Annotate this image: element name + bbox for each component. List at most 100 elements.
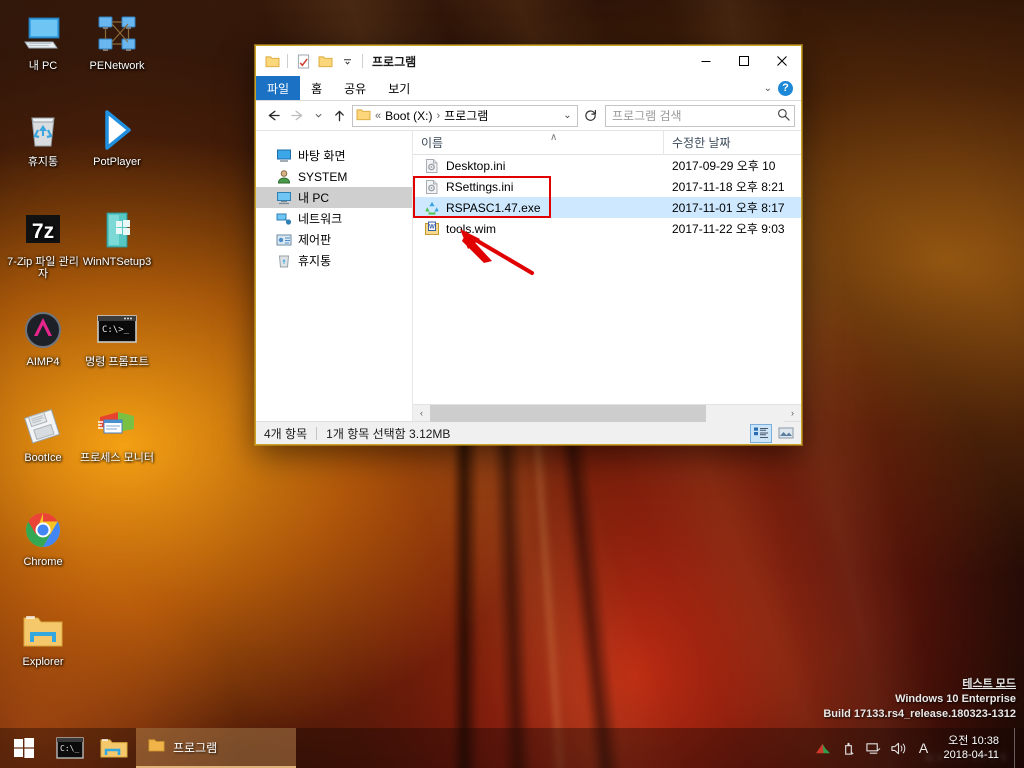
desktop-icon-recycle-bin[interactable]: 휴지통 [4,104,82,168]
file-explorer-icon[interactable] [92,728,136,768]
close-button[interactable] [763,46,801,76]
usb-eject-icon[interactable] [840,739,858,757]
desktop-icon-chrome[interactable]: Chrome [4,504,82,568]
tab-view[interactable]: 보기 [377,76,421,100]
quick-access-toolbar[interactable] [262,51,366,71]
nav-item-control-panel[interactable]: 제어판 [256,229,412,250]
recycle-exe-icon [424,200,440,216]
desktop-icon-process-monitor[interactable]: 프로세스 모니터 [78,400,156,464]
volume-icon[interactable] [890,739,908,757]
command-prompt-icon[interactable]: C:\_ [48,728,92,768]
file-name-cell[interactable]: RSettings.ini [413,179,664,195]
search-box[interactable]: 프로그램 검색 [605,104,795,127]
help-icon[interactable]: ? [778,80,793,96]
file-date-cell: 2017-11-01 오후 8:17 [672,201,785,215]
window-control-buttons[interactable] [687,46,801,76]
search-input[interactable]: 프로그램 검색 [612,107,777,124]
windows-logo-icon[interactable] [0,728,48,768]
folder-icon[interactable] [262,51,282,71]
desktop-icon [276,148,292,164]
new-folder-icon[interactable] [315,51,335,71]
status-item-count: 4개 항목 [264,426,308,441]
file-name-cell[interactable]: W tools.wim [413,221,664,237]
scrollbar-track[interactable] [430,404,784,422]
customize-qat-chevron-icon[interactable] [337,51,357,71]
table-row[interactable]: RSPASC1.47.exe 2017-11-01 오후 8:17 [413,197,801,218]
file-name-cell[interactable]: RSPASC1.47.exe [413,200,664,216]
back-arrow-icon[interactable] [262,105,284,127]
window-titlebar[interactable]: 프로그램 [256,46,801,76]
desktop-icon-sevenzip[interactable]: 7z 7-Zip 파일 관리자 [4,204,82,280]
properties-icon[interactable] [293,51,313,71]
antivirus-icon[interactable] [815,739,833,757]
maximize-button[interactable] [725,46,763,76]
tab-share[interactable]: 공유 [333,76,377,100]
file-list-area[interactable]: 이름 ∧ 수정한 날짜 Desktop.ini 2017-09-29 오후 10 [413,130,801,422]
taskbar-active-window-programs[interactable]: 프로그램 [136,728,296,768]
column-header-name[interactable]: 이름 ∧ [413,130,664,155]
scroll-left-arrow-icon[interactable]: ‹ [413,405,430,422]
large-icons-view-button[interactable] [775,424,797,443]
scrollbar-thumb[interactable] [430,404,707,422]
show-desktop-button[interactable] [1014,728,1020,768]
ribbon-tabs[interactable]: 파일 홈 공유 보기 ⌄ ? [256,76,801,101]
nav-item-label: 휴지통 [298,254,332,268]
ime-indicator-icon[interactable]: A [915,739,933,757]
file-explorer-window[interactable]: 프로그램 파일 홈 공유 보기 ⌄ ? « Boot (X:) › 프로그램 ⌄… [255,45,802,445]
tab-file[interactable]: 파일 [256,76,301,100]
collapse-ribbon-chevron-icon[interactable]: ⌄ [764,83,772,94]
table-row[interactable]: Desktop.ini 2017-09-29 오후 10 [413,155,801,176]
breadcrumb-overflow[interactable]: « [374,110,382,122]
address-bar[interactable]: « Boot (X:) › 프로그램 ⌄ [352,104,578,127]
desktop[interactable]: 내 PC PENetwork 휴지통 PotPlayer 7z 7-Zip 파일… [0,0,1024,768]
search-icon[interactable] [777,108,790,124]
up-arrow-icon[interactable] [328,105,350,127]
table-row[interactable]: W tools.wim 2017-11-22 오후 9:03 [413,218,801,239]
address-bar-row[interactable]: « Boot (X:) › 프로그램 ⌄ 프로그램 검색 [256,101,801,130]
file-name-cell[interactable]: Desktop.ini [413,158,664,174]
nav-item-network[interactable]: 네트워크 [256,208,412,229]
desktop-icon-label: WinNTSetup3 [82,256,152,268]
navigation-pane[interactable]: 바탕 화면 SYSTEM 내 PC 네트워크 제어판휴지통 [256,131,413,421]
window-title: 프로그램 [372,54,417,69]
address-dropdown-chevron-icon[interactable]: ⌄ [560,110,575,121]
breadcrumb-drive[interactable]: Boot (X:) [385,109,432,123]
desktop-icon-aimp[interactable]: AIMP4 [4,304,82,368]
minimize-button[interactable] [687,46,725,76]
desktop-icon-label: 휴지통 [27,156,59,168]
tab-home[interactable]: 홈 [300,76,333,100]
desktop-icon-explorer-folder[interactable]: Explorer [4,604,82,668]
breadcrumb-folder[interactable]: 프로그램 [444,107,488,124]
column-headers[interactable]: 이름 ∧ 수정한 날짜 [413,130,801,155]
horizontal-scrollbar[interactable]: ‹ › [413,404,801,422]
view-mode-buttons[interactable] [750,423,797,443]
recent-locations-chevron-icon[interactable] [310,105,326,127]
taskbar-clock[interactable]: 오전 10:38 2018-04-11 [940,734,1007,762]
qat-divider [287,54,288,68]
column-header-date[interactable]: 수정한 날짜 [664,131,801,155]
scroll-right-arrow-icon[interactable]: › [784,405,801,422]
desktop-icon-computer[interactable]: 내 PC [4,8,82,72]
details-view-button[interactable] [750,423,772,443]
nav-item-desktop[interactable]: 바탕 화면 [256,145,412,166]
desktop-icon-label: BootIce [24,452,62,464]
desktop-icon-bootice[interactable]: BootIce [4,400,82,464]
desktop-icon-potplayer[interactable]: PotPlayer [78,104,156,168]
table-row[interactable]: RSettings.ini 2017-11-18 오후 8:21 [413,176,801,197]
nav-item-this-pc[interactable]: 내 PC [256,187,412,208]
desktop-icon-network-nodes[interactable]: PENetwork [78,8,156,72]
network-icon[interactable] [865,739,883,757]
desktop-icon-command-prompt[interactable]: C:\>_ 명령 프롬프트 [78,304,156,368]
nav-item-recycle-bin[interactable]: 휴지통 [256,250,412,271]
nav-item-user[interactable]: SYSTEM [256,166,412,187]
breadcrumb-separator-1[interactable]: › [435,110,441,122]
user-icon [276,169,292,185]
computer-icon [4,8,82,56]
refresh-button[interactable] [580,105,600,127]
file-rows[interactable]: Desktop.ini 2017-09-29 오후 10 RSettings.i… [413,155,801,404]
network-nodes-icon [78,8,156,56]
file-name-label: Desktop.ini [446,158,506,173]
taskbar[interactable]: C:\_ 프로그램 A 오전 10:38 2018-04-11 [0,728,1024,768]
system-tray[interactable]: A 오전 10:38 2018-04-11 [815,728,1024,768]
desktop-icon-winntsetup[interactable]: WinNTSetup3 [78,204,156,268]
